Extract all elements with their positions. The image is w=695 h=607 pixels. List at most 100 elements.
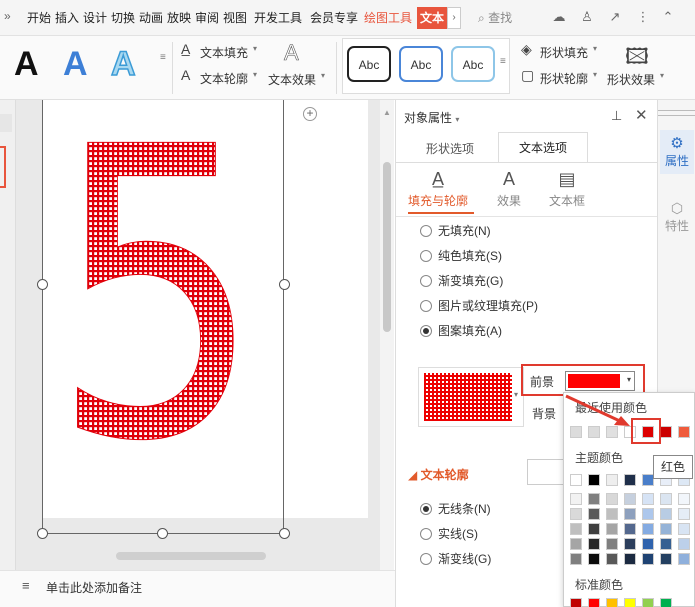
menu-text-tab[interactable]: 文本	[417, 7, 447, 29]
standard-color-swatch[interactable]	[606, 598, 618, 607]
theme-color-shade-swatch[interactable]	[624, 553, 636, 565]
tab-text-options[interactable]: 文本选项	[498, 132, 588, 162]
text-style-blue[interactable]: A	[63, 46, 88, 82]
recent-color-swatch[interactable]	[678, 426, 690, 438]
tab-shape-options[interactable]: 形状选项	[426, 140, 474, 157]
theme-color-shade-swatch[interactable]	[570, 553, 582, 565]
share-icon[interactable]: ↗	[607, 9, 623, 25]
outline-color-field[interactable]	[527, 459, 567, 485]
close-icon[interactable]: ✕	[635, 106, 648, 124]
search-button[interactable]: ⌕ 查找	[478, 9, 512, 26]
panel-title[interactable]: 对象属性 ▾	[404, 109, 459, 126]
menu-slideshow[interactable]: 放映	[167, 9, 191, 26]
more-icon[interactable]: ⋮	[635, 9, 651, 25]
resize-handle-bottom-right[interactable]	[279, 528, 290, 539]
theme-color-swatch[interactable]	[588, 474, 600, 486]
resize-handle-bottom[interactable]	[157, 528, 168, 539]
theme-color-shade-swatch[interactable]	[624, 493, 636, 505]
shape-style-3[interactable]: Abc	[451, 46, 495, 82]
cloud-sync-icon[interactable]: ☁	[551, 9, 567, 25]
shape-style-1[interactable]: Abc	[347, 46, 391, 82]
shape-fill-dropdown-icon[interactable]: ▾	[593, 44, 597, 53]
menu-insert[interactable]: 插入	[55, 9, 79, 26]
foreground-color-picker[interactable]: ▾	[565, 371, 635, 391]
menu-scroll-right-icon[interactable]: ›	[447, 7, 461, 29]
features-button[interactable]: ⬡ 特性	[660, 200, 694, 234]
style-more-icon[interactable]: ≡	[160, 52, 166, 63]
theme-color-shade-swatch[interactable]	[588, 493, 600, 505]
menu-member[interactable]: 会员专享	[310, 9, 358, 26]
resize-handle-bottom-left[interactable]	[37, 528, 48, 539]
shape-style-2[interactable]: Abc	[399, 46, 443, 82]
radio-solid-line[interactable]: 实线(S)	[420, 525, 478, 542]
theme-color-shade-swatch[interactable]	[570, 523, 582, 535]
text-effects-dropdown-icon[interactable]: ▾	[321, 71, 325, 80]
theme-color-shade-swatch[interactable]	[588, 508, 600, 520]
theme-color-shade-swatch[interactable]	[660, 508, 672, 520]
theme-color-shade-swatch[interactable]	[678, 493, 690, 505]
theme-color-shade-swatch[interactable]	[606, 523, 618, 535]
menu-review[interactable]: 审阅	[195, 9, 219, 26]
radio-pattern-fill[interactable]: 图案填充(A)	[420, 322, 502, 339]
theme-color-shade-swatch[interactable]	[624, 523, 636, 535]
theme-color-shade-swatch[interactable]	[678, 508, 690, 520]
text-outline-button[interactable]: 文本轮廓	[200, 70, 248, 87]
menu-start[interactable]: 开始	[27, 9, 51, 26]
text-style-black[interactable]: A	[14, 46, 39, 82]
radio-no-line[interactable]: 无线条(N)	[420, 500, 491, 517]
theme-color-shade-swatch[interactable]	[660, 523, 672, 535]
shape-outline-dropdown-icon[interactable]: ▾	[593, 70, 597, 79]
user-share-icon[interactable]: ♙	[579, 9, 595, 25]
text-outline-section[interactable]: ◢ 文本轮廓	[408, 466, 469, 483]
shape-effects-button[interactable]: 形状效果	[607, 71, 655, 88]
theme-color-shade-swatch[interactable]	[570, 538, 582, 550]
theme-color-shade-swatch[interactable]	[606, 538, 618, 550]
vertical-scroll-thumb[interactable]	[383, 162, 391, 332]
recent-color-swatch[interactable]	[660, 426, 672, 438]
theme-color-shade-swatch[interactable]	[606, 553, 618, 565]
menu-animation[interactable]: 动画	[139, 9, 163, 26]
theme-color-shade-swatch[interactable]	[642, 493, 654, 505]
text-outline-dropdown-icon[interactable]: ▾	[253, 70, 257, 79]
standard-color-swatch[interactable]	[570, 598, 582, 607]
theme-color-shade-swatch[interactable]	[624, 508, 636, 520]
horizontal-scrollbar[interactable]	[116, 552, 266, 560]
text-fill-button[interactable]: 文本填充	[200, 44, 248, 61]
shape-effects-dropdown-icon[interactable]: ▾	[660, 71, 664, 80]
theme-color-shade-swatch[interactable]	[678, 538, 690, 550]
theme-color-shade-swatch[interactable]	[570, 508, 582, 520]
menu-transition[interactable]: 切换	[111, 9, 135, 26]
theme-color-shade-swatch[interactable]	[678, 553, 690, 565]
subtab-effects[interactable]: A 效果	[479, 166, 539, 209]
shape-outline-button[interactable]: 形状轮廓	[540, 70, 588, 87]
selection-box[interactable]	[42, 100, 284, 534]
properties-button[interactable]: ⚙ 属性	[660, 134, 694, 169]
shape-style-more-icon[interactable]: ≡	[500, 56, 506, 67]
subtab-fill-outline[interactable]: A̲ 填充与轮廓	[408, 166, 468, 209]
theme-color-shade-swatch[interactable]	[606, 508, 618, 520]
theme-color-swatch[interactable]	[570, 474, 582, 486]
menu-drawing-tools[interactable]: 绘图工具	[364, 9, 412, 26]
theme-color-shade-swatch[interactable]	[588, 523, 600, 535]
text-style-outline[interactable]: A	[110, 45, 136, 83]
theme-color-shade-swatch[interactable]	[570, 493, 582, 505]
notes-placeholder[interactable]: 单击此处添加备注	[46, 579, 142, 596]
theme-color-shade-swatch[interactable]	[642, 553, 654, 565]
pattern-preview[interactable]: ▾	[418, 367, 524, 427]
slide-thumbnail[interactable]	[0, 146, 6, 188]
theme-color-shade-swatch[interactable]	[624, 538, 636, 550]
pattern-dropdown-icon[interactable]: ▾	[514, 390, 518, 399]
theme-color-swatch[interactable]	[606, 474, 618, 486]
more-left-icon[interactable]: »	[4, 9, 11, 23]
radio-picture-fill[interactable]: 图片或纹理填充(P)	[420, 297, 538, 314]
radio-gradient-fill[interactable]: 渐变填充(G)	[420, 272, 503, 289]
theme-color-swatch[interactable]	[624, 474, 636, 486]
standard-color-swatch[interactable]	[642, 598, 654, 607]
scroll-up-icon[interactable]: ▲	[383, 108, 391, 117]
standard-color-swatch[interactable]	[660, 598, 672, 607]
resize-handle-right[interactable]	[279, 279, 290, 290]
theme-color-shade-swatch[interactable]	[588, 538, 600, 550]
theme-color-shade-swatch[interactable]	[660, 553, 672, 565]
theme-color-shade-swatch[interactable]	[642, 538, 654, 550]
text-fill-dropdown-icon[interactable]: ▾	[253, 44, 257, 53]
